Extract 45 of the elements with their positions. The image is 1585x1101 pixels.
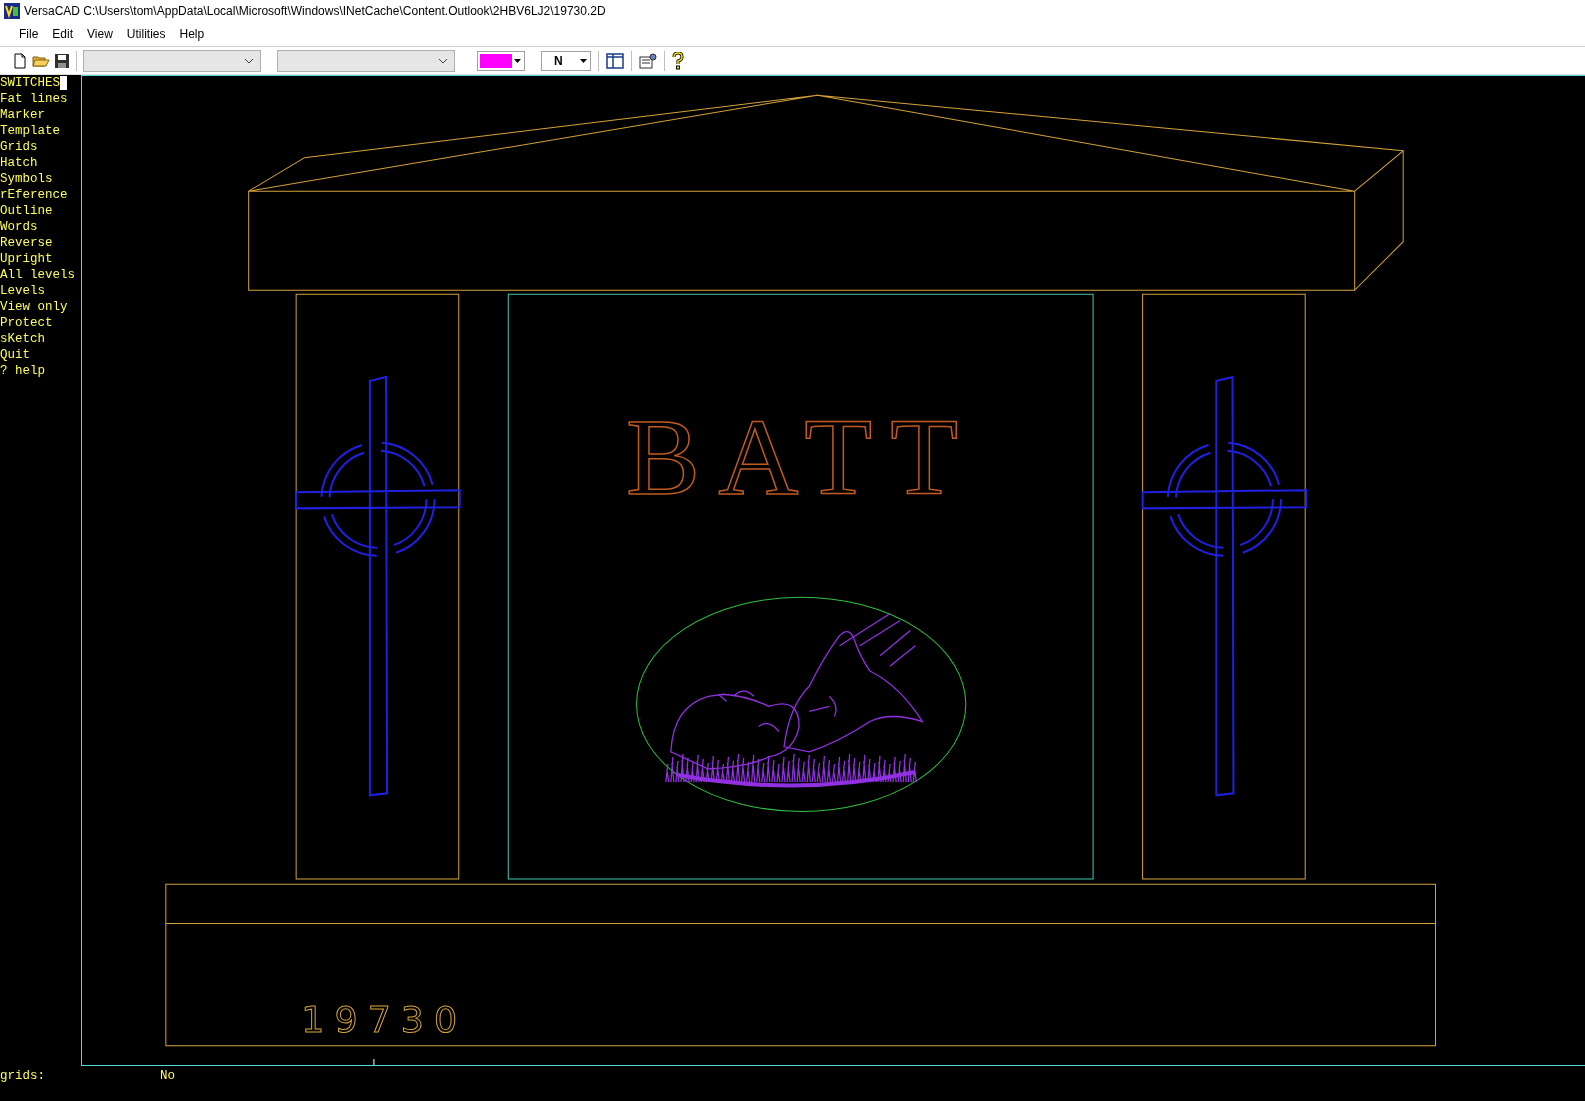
side-menu-item[interactable]: Template (0, 123, 81, 139)
window-title: VersaCAD C:\Users\tom\AppData\Local\Microsoft\Windows\INetCache\Content.Outlook\2HBV6LJ2\19730.2D (24, 3, 606, 20)
side-menu-item[interactable]: Levels (0, 283, 81, 299)
side-menu-item[interactable]: rEference (0, 187, 81, 203)
side-menu-item[interactable]: All levels (0, 267, 81, 283)
drawing-canvas[interactable]: BATT 19730 (81, 75, 1585, 1066)
menu-title: SWITCHES (0, 75, 60, 91)
menu-item[interactable]: Edit (45, 25, 81, 43)
side-menu-item[interactable]: View only (0, 299, 81, 315)
engraved-number: 19730 (301, 997, 468, 1041)
status-value: No (160, 1068, 175, 1085)
caret-icon (580, 58, 587, 63)
properties-icon[interactable] (639, 52, 657, 69)
caret-icon (514, 58, 521, 63)
new-file-icon[interactable] (12, 52, 28, 69)
side-menu-item[interactable]: sKetch (0, 331, 81, 347)
side-menu-item[interactable]: Protect (0, 315, 81, 331)
crosshair-cursor (373, 1058, 375, 1065)
line-type-value: N (554, 52, 563, 70)
menu-item[interactable]: View (80, 25, 120, 43)
menu-item[interactable]: Utilities (119, 25, 173, 43)
menu-item[interactable]: Help (172, 25, 212, 43)
menu-item[interactable]: File (12, 25, 46, 43)
color-swatch (480, 53, 512, 68)
side-menu-item[interactable]: Words (0, 219, 81, 235)
side-menu-item[interactable]: Symbols (0, 171, 81, 187)
app-logo-icon (4, 3, 20, 19)
save-icon[interactable] (54, 52, 70, 69)
side-menu-item[interactable]: Marker (0, 107, 81, 123)
side-menu-item[interactable]: Grids (0, 139, 81, 155)
side-menu-item[interactable]: Hatch (0, 155, 81, 171)
side-menu-item[interactable]: Fat lines (0, 91, 81, 107)
side-menu-item[interactable]: Reverse (0, 235, 81, 251)
status-prompt: grids: (0, 1068, 46, 1085)
color-dropdown[interactable] (477, 50, 525, 71)
side-menu-item[interactable]: Upright (0, 251, 81, 267)
side-menu-item[interactable]: Quit (0, 347, 81, 363)
engraved-name: BATT (625, 395, 977, 519)
chevron-down-icon (244, 57, 254, 64)
side-menu-item[interactable]: Outline (0, 203, 81, 219)
panel-layout-icon[interactable] (606, 52, 624, 69)
line-type-dropdown[interactable]: N (541, 50, 591, 71)
help-icon[interactable] (672, 51, 684, 70)
side-menu-item[interactable]: ? help (0, 363, 81, 379)
chevron-down-icon (438, 57, 448, 64)
